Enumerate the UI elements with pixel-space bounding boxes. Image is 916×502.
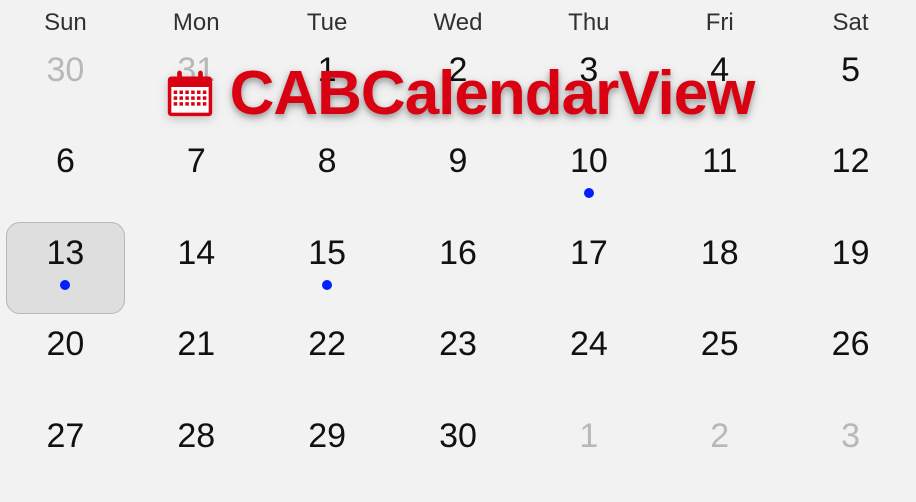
day-cell[interactable]: 11 (654, 136, 785, 227)
day-number: 30 (47, 53, 85, 87)
day-number: 17 (570, 236, 608, 270)
day-number: 11 (702, 144, 737, 178)
event-dot-icon (60, 280, 70, 290)
day-number: 8 (318, 144, 337, 178)
weekday-label: Fri (654, 0, 785, 45)
day-cell[interactable]: 10 (523, 136, 654, 227)
calendar-grid: 3031123456789101112131415161718192021222… (0, 45, 916, 502)
week-row: 30 31 1 2 3 4 5 (0, 45, 916, 136)
day-number: 19 (832, 236, 870, 270)
day-cell[interactable]: 27 (0, 411, 131, 502)
day-cell[interactable]: 23 (393, 319, 524, 410)
day-number: 4 (710, 53, 729, 87)
day-number: 20 (47, 327, 85, 361)
day-cell[interactable]: 15 (262, 228, 393, 319)
day-cell[interactable]: 26 (785, 319, 916, 410)
day-cell[interactable]: 28 (131, 411, 262, 502)
day-number: 18 (701, 236, 739, 270)
day-number: 15 (308, 236, 346, 270)
day-cell[interactable]: 1 (523, 411, 654, 502)
weekday-label: Mon (131, 0, 262, 45)
day-cell[interactable]: 30 (393, 411, 524, 502)
week-row: 13 14 15 16 17 18 19 (0, 228, 916, 319)
week-row: 27 28 29 30 1 2 3 (0, 411, 916, 502)
day-number: 27 (47, 419, 85, 453)
day-cell[interactable]: 21 (131, 319, 262, 410)
day-number: 5 (841, 53, 860, 87)
day-number: 7 (187, 144, 206, 178)
day-cell[interactable]: 4 (654, 45, 785, 136)
day-number: 26 (832, 327, 870, 361)
day-number: 1 (318, 53, 337, 87)
day-number: 22 (308, 327, 346, 361)
day-number: 12 (832, 144, 870, 178)
day-cell[interactable]: 2 (393, 45, 524, 136)
day-number: 29 (308, 419, 346, 453)
week-row: 6 7 8 9 10 11 12 (0, 136, 916, 227)
weekday-label: Sun (0, 0, 131, 45)
day-number: 14 (177, 236, 215, 270)
day-cell[interactable]: 20 (0, 319, 131, 410)
day-cell[interactable]: 22 (262, 319, 393, 410)
day-cell[interactable]: 24 (523, 319, 654, 410)
day-cell[interactable]: 30 (0, 45, 131, 136)
day-cell[interactable]: 3 (785, 411, 916, 502)
day-cell[interactable]: 31 (131, 45, 262, 136)
weekday-label: Sat (785, 0, 916, 45)
weekday-header-row: SunMonTueWedThuFriSat (0, 0, 916, 45)
day-cell[interactable]: 5 (785, 45, 916, 136)
day-cell[interactable]: 16 (393, 228, 524, 319)
event-dot-icon (584, 188, 594, 198)
day-cell[interactable]: 29 (262, 411, 393, 502)
day-cell[interactable]: 14 (131, 228, 262, 319)
day-cell[interactable]: 1 (262, 45, 393, 136)
day-number: 24 (570, 327, 608, 361)
day-number: 2 (449, 53, 468, 87)
day-number: 28 (177, 419, 215, 453)
day-cell[interactable]: 17 (523, 228, 654, 319)
day-number: 23 (439, 327, 477, 361)
day-number: 16 (439, 236, 477, 270)
week-row: 20 21 22 23 24 25 26 (0, 319, 916, 410)
event-dot-icon (322, 280, 332, 290)
weekday-label: Wed (393, 0, 524, 45)
weekday-label: Thu (523, 0, 654, 45)
day-cell[interactable]: 12 (785, 136, 916, 227)
day-number: 9 (449, 144, 468, 178)
day-cell[interactable]: 6 (0, 136, 131, 227)
day-cell[interactable]: 18 (654, 228, 785, 319)
day-cell[interactable]: 2 (654, 411, 785, 502)
day-number: 25 (701, 327, 739, 361)
day-number: 3 (579, 53, 598, 87)
day-number: 1 (579, 419, 598, 453)
day-cell[interactable]: 8 (262, 136, 393, 227)
calendar-view: SunMonTueWedThuFriSat 303112345678910111… (0, 0, 916, 502)
day-number: 30 (439, 419, 477, 453)
day-number: 6 (56, 144, 75, 178)
day-cell[interactable]: 25 (654, 319, 785, 410)
day-number: 21 (177, 327, 215, 361)
day-cell[interactable]: 19 (785, 228, 916, 319)
day-number: 13 (47, 236, 85, 270)
day-cell[interactable]: 9 (393, 136, 524, 227)
day-cell[interactable]: 7 (131, 136, 262, 227)
day-cell[interactable]: 3 (523, 45, 654, 136)
day-number: 2 (710, 419, 729, 453)
day-number: 3 (841, 419, 860, 453)
day-number: 10 (570, 144, 608, 178)
day-number: 31 (177, 53, 215, 87)
day-cell[interactable]: 13 (0, 228, 131, 319)
weekday-label: Tue (262, 0, 393, 45)
